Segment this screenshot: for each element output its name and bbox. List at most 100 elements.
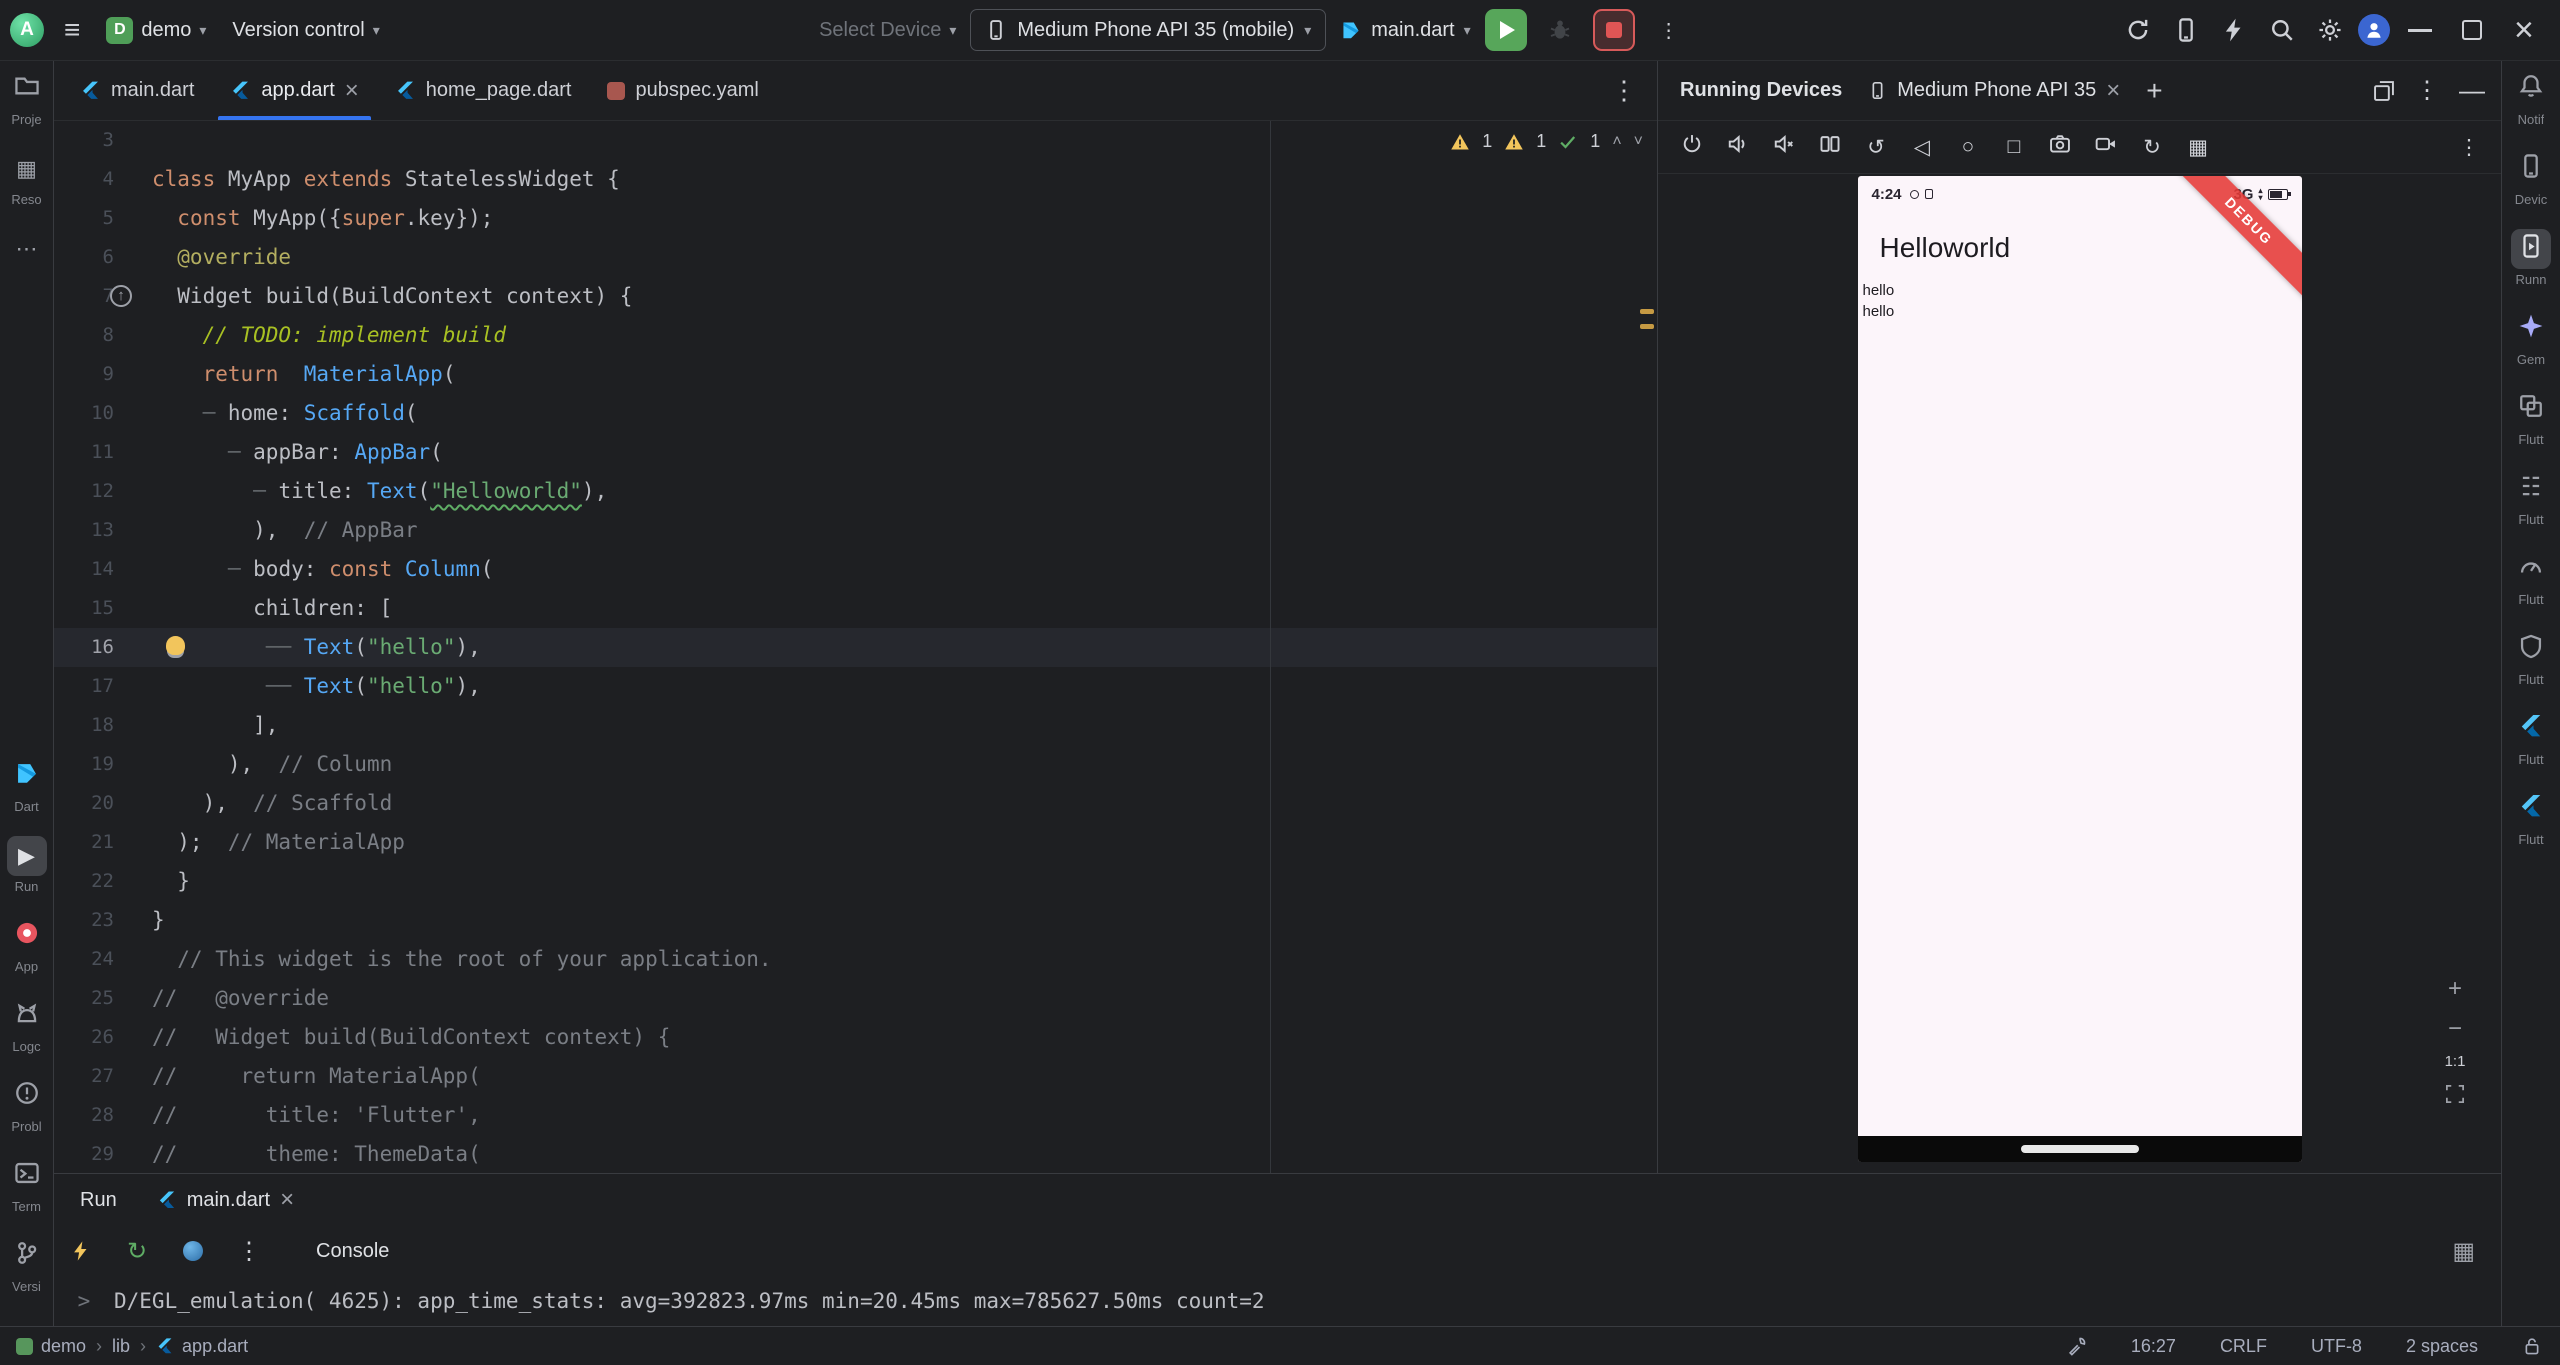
code-line-21[interactable]: 21 ); // MaterialApp	[54, 823, 1657, 862]
fold-button[interactable]	[1812, 129, 1848, 165]
back-button[interactable]: ◁	[1904, 129, 1940, 165]
scrollbar-warning-mark[interactable]	[1640, 324, 1654, 329]
code-line-18[interactable]: 18 ],	[54, 706, 1657, 745]
hot-restart-button[interactable]: ↻	[122, 1236, 152, 1266]
scrollbar-warning-mark[interactable]	[1640, 309, 1654, 314]
code-line-15[interactable]: 15 children: [	[54, 589, 1657, 628]
editor-content[interactable]: 34class MyApp extends StatelessWidget {5…	[54, 121, 1657, 1173]
console-output[interactable]: > D/EGL_emulation( 4625): app_time_stats…	[54, 1276, 2501, 1326]
tab-pubspec-yaml[interactable]: pubspec.yaml	[589, 61, 776, 120]
tool-window-button-flutt[interactable]: Flutt	[2511, 629, 2551, 687]
code-line-12[interactable]: 12 ─ title: Text("Helloworld"),	[54, 472, 1657, 511]
tool-window-button-probl[interactable]: Probl	[7, 1076, 47, 1134]
caret-position[interactable]: 16:27	[2131, 1336, 2176, 1357]
console-layout-icon[interactable]: ▦	[2452, 1237, 2475, 1266]
tool-window-button-runn[interactable]: Runn	[2511, 229, 2551, 287]
display-mode-button[interactable]: ↺	[1858, 129, 1894, 165]
overview-button[interactable]: □	[1996, 129, 2032, 165]
maximize-button[interactable]	[2450, 8, 2494, 52]
code-line-27[interactable]: 27// return MaterialApp(	[54, 1057, 1657, 1096]
tool-window-button-notif[interactable]: Notif	[2511, 69, 2551, 127]
tab-main-dart[interactable]: main.dart	[62, 61, 212, 120]
tool-window-button-reso[interactable]: ▦Reso	[7, 149, 47, 207]
code-line-5[interactable]: 5 const MyApp({super.key});	[54, 199, 1657, 238]
code-line-11[interactable]: 11 ─ appBar: AppBar(	[54, 433, 1657, 472]
tool-window-button-versi[interactable]: Versi	[7, 1236, 47, 1294]
phone-navigation-bar[interactable]	[1858, 1136, 2302, 1162]
gradle-sync-button[interactable]	[2118, 10, 2158, 50]
code-line-24[interactable]: 24 // This widget is the root of your ap…	[54, 940, 1657, 979]
next-problem-button[interactable]: ˅	[1634, 133, 1643, 151]
code-line-4[interactable]: 4class MyApp extends StatelessWidget {	[54, 160, 1657, 199]
run-toolbar-more-button[interactable]: ⋮	[234, 1236, 264, 1266]
code-line-6[interactable]: 6 @override	[54, 238, 1657, 277]
editor-tabs-more-button[interactable]: ⋮	[1591, 75, 1657, 106]
lightbulb-icon[interactable]	[166, 636, 185, 655]
code-line-7[interactable]: 7↑ Widget build(BuildContext context) {	[54, 277, 1657, 316]
window-layout-icon[interactable]	[2373, 80, 2395, 102]
device-selector[interactable]: Medium Phone API 35 (mobile) ▾	[970, 9, 1326, 51]
version-control-menu[interactable]: Version control ▾	[222, 13, 389, 48]
run-button[interactable]	[1485, 9, 1527, 51]
tab-home-page-dart[interactable]: home_page.dart	[377, 61, 590, 120]
zoom-fit-button[interactable]	[2439, 1078, 2471, 1110]
code-line-16[interactable]: 16 ── Text("hello"),	[54, 628, 1657, 667]
search-everywhere-button[interactable]	[2262, 10, 2302, 50]
lock-icon[interactable]	[2522, 1336, 2542, 1356]
code-line-19[interactable]: 19 ), // Column	[54, 745, 1657, 784]
close-tab-icon[interactable]: ×	[2106, 85, 2120, 97]
debug-button[interactable]	[1541, 11, 1579, 49]
close-tab-icon[interactable]: ×	[280, 1194, 294, 1206]
home-button[interactable]: ○	[1950, 129, 1986, 165]
screenshot-button[interactable]	[2042, 129, 2078, 165]
tool-window-button-proje[interactable]: Proje	[7, 69, 47, 127]
code-line-14[interactable]: 14 ─ body: const Column(	[54, 550, 1657, 589]
device-manager-button[interactable]	[2166, 10, 2206, 50]
code-line-9[interactable]: 9 return MaterialApp(	[54, 355, 1657, 394]
profiler-button[interactable]	[2214, 10, 2254, 50]
code-line-13[interactable]: 13 ), // AppBar	[54, 511, 1657, 550]
tool-window-button-term[interactable]: Term	[7, 1156, 47, 1214]
hot-reload-button[interactable]	[66, 1236, 96, 1266]
line-ending[interactable]: CRLF	[2220, 1336, 2267, 1357]
tool-window-button-flutt[interactable]: Flutt	[2511, 709, 2551, 767]
code-line-8[interactable]: 8 // TODO: implement build	[54, 316, 1657, 355]
close-button[interactable]: ×	[2502, 8, 2546, 52]
breadcrumb-project[interactable]: demo	[16, 1336, 86, 1357]
indent-setting[interactable]: 2 spaces	[2406, 1336, 2478, 1357]
tool-window-button-gem[interactable]: Gem	[2511, 309, 2551, 367]
hide-panel-button[interactable]: —	[2459, 75, 2485, 106]
emulator-screen[interactable]: 4:24 3G ▴▾ Helloworld hell	[1858, 176, 2302, 1162]
console-tab[interactable]: Console	[316, 1240, 389, 1263]
zoom-in-button[interactable]: +	[2439, 973, 2471, 1005]
breadcrumb-lib[interactable]: lib	[112, 1336, 130, 1357]
override-marker-icon[interactable]: ↑	[110, 285, 132, 307]
code-line-17[interactable]: 17 ── Text("hello"),	[54, 667, 1657, 706]
code-line-26[interactable]: 26// Widget build(BuildContext context) …	[54, 1018, 1657, 1057]
inspections-widget[interactable]: 1 1 1 ˄ ˅	[1450, 131, 1643, 152]
zoom-out-button[interactable]: −	[2439, 1013, 2471, 1045]
zoom-ratio-button[interactable]: 1:1	[2445, 1053, 2466, 1070]
device-tab[interactable]: Medium Phone API 35 ×	[1868, 79, 2120, 102]
tool-window-button-run[interactable]: ▶Run	[7, 836, 47, 894]
add-device-tab-button[interactable]: +	[2146, 75, 2162, 107]
more-vertical-button[interactable]: ⋮	[2451, 129, 2487, 165]
record-button[interactable]	[2088, 129, 2124, 165]
minimize-button[interactable]	[2398, 8, 2442, 52]
select-device-dropdown[interactable]: Select Device ▾	[819, 19, 956, 42]
code-line-20[interactable]: 20 ), // Scaffold	[54, 784, 1657, 823]
tab-app-dart[interactable]: app.dart ×	[212, 61, 376, 120]
main-menu-button[interactable]: ≡	[54, 14, 90, 46]
tool-window-button-more-horizontal-icon[interactable]: ⋯	[7, 229, 47, 272]
close-tab-icon[interactable]: ×	[345, 85, 359, 97]
code-line-28[interactable]: 28// title: 'Flutter',	[54, 1096, 1657, 1135]
run-config-dropdown[interactable]: main.dart ▾	[1340, 19, 1470, 42]
tool-window-button-flutt[interactable]: Flutt	[2511, 389, 2551, 447]
tool-window-button-app[interactable]: App	[7, 916, 47, 974]
stop-button[interactable]	[1593, 9, 1635, 51]
project-selector[interactable]: D demo ▾	[96, 11, 216, 50]
code-line-25[interactable]: 25// @override	[54, 979, 1657, 1018]
status-tools-icon[interactable]	[2067, 1336, 2087, 1356]
settings-button[interactable]	[2310, 10, 2350, 50]
code-line-29[interactable]: 29// theme: ThemeData(	[54, 1135, 1657, 1173]
